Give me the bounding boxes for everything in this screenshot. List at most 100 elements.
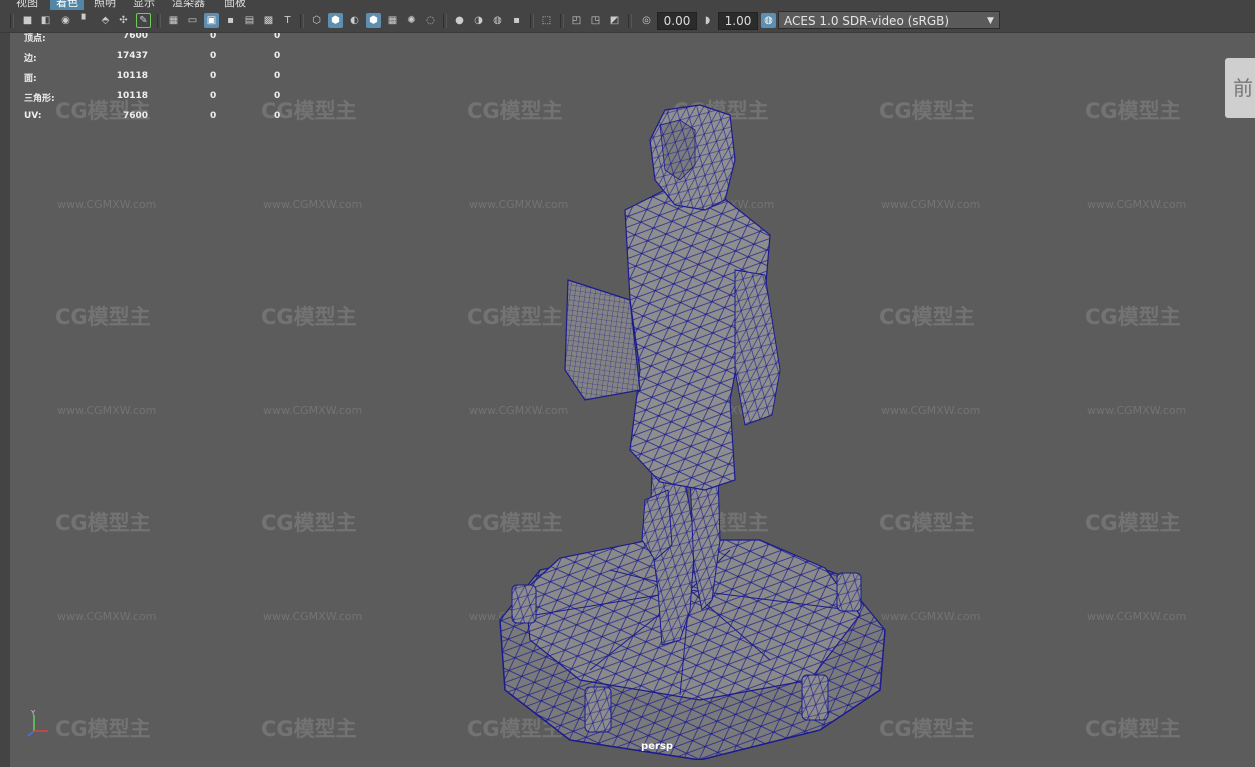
hud-value: 17437 [116, 51, 148, 61]
hud-selected: 0 [210, 51, 217, 61]
watermark-logo: CG模型主 [1085, 511, 1181, 535]
3d-viewport[interactable]: CG模型主 CG模型主 CG模型主 CG模型主 CG模型主 CG模型主 CG模型主 CG模型主… [10, 33, 1255, 767]
book-prop [564, 279, 641, 401]
watermark-url: www.CGMXW.com [1087, 610, 1187, 623]
camera-name-label: persp [641, 741, 673, 752]
hud-selected-2: 0 [274, 91, 281, 101]
hud-selected-2: 0 [274, 33, 281, 41]
watermark-logo: CG模型主 [55, 305, 151, 329]
hud-row-triangles: 三角形: 10118 0 0 [24, 91, 284, 111]
motion-blur-icon[interactable]: ◑ [471, 13, 486, 28]
menu-lighting[interactable]: 照明 [88, 0, 122, 10]
safe-title-icon[interactable]: T [280, 13, 295, 28]
hud-value: 7600 [122, 33, 148, 41]
safe-action-icon[interactable]: ▩ [261, 13, 276, 28]
gate-mask-icon[interactable]: ▪ [223, 13, 238, 28]
axis-gizmo-icon: Y [27, 709, 48, 737]
hud-row-uvs: UV: 7600 0 0 [24, 111, 284, 131]
character-torso [624, 189, 781, 491]
smooth-shade-icon[interactable]: ⬢ [328, 13, 343, 28]
grease-pencil-icon[interactable]: ✎ [136, 13, 151, 28]
resolution-gate-icon[interactable]: ▣ [204, 13, 219, 28]
watermark-url: www.CGMXW.com [263, 610, 363, 623]
svg-text:Y: Y [30, 709, 36, 717]
menu-view[interactable]: 视图 [10, 0, 44, 10]
watermark-url: www.CGMXW.com [263, 404, 363, 417]
poly-count-hud: 顶点: 7600 0 0 边: 17437 0 0 面: 10118 0 0 三… [24, 33, 284, 131]
exposure-icon[interactable]: ◎ [639, 13, 654, 28]
xray-icon[interactable]: ◰ [569, 13, 584, 28]
toolbar-separator [560, 14, 564, 28]
watermark-logo: CG模型主 [261, 717, 357, 741]
hud-selected: 0 [210, 71, 217, 81]
xray-joints-icon[interactable]: ◳ [588, 13, 603, 28]
toolbar-separator [157, 14, 161, 28]
hud-selected: 0 [210, 91, 217, 101]
toolbar-separator [530, 14, 534, 28]
toolbar-separator [300, 14, 304, 28]
hud-selected: 0 [210, 33, 217, 41]
watermark-logo: CG模型主 [55, 717, 151, 741]
gamma-icon[interactable]: ◗ [700, 13, 715, 28]
wireframe-icon[interactable]: ⬡ [309, 13, 324, 28]
watermark-url: www.CGMXW.com [57, 198, 157, 211]
watermark-url: www.CGMXW.com [1087, 198, 1187, 211]
watermark-url: www.CGMXW.com [57, 404, 157, 417]
hud-selected-2: 0 [274, 71, 281, 81]
depth-of-field-icon[interactable]: ▪ [509, 13, 524, 28]
toolbar-separator [443, 14, 447, 28]
grid-icon[interactable]: ▦ [166, 13, 181, 28]
hud-value: 10118 [116, 71, 148, 81]
hud-label: 顶点: [24, 34, 46, 44]
default-material-icon[interactable]: ◐ [347, 13, 362, 28]
hud-row-edges: 边: 17437 0 0 [24, 51, 284, 71]
maya-window: { "menu": { "items": [ {"label": "视图", "… [0, 0, 1255, 767]
menu-renderer[interactable]: 渲染器 [166, 0, 211, 10]
view-transform-dropdown[interactable]: ACES 1.0 SDR-video (sRGB) ▼ [778, 11, 1000, 29]
film-gate-icon[interactable]: ▭ [185, 13, 200, 28]
image-plane-icon[interactable]: ⬘ [98, 13, 113, 28]
watermark-url: www.CGMXW.com [263, 198, 363, 211]
gamma-field[interactable]: 1.00 [718, 12, 758, 30]
color-management-icon[interactable]: ◍ [761, 13, 776, 28]
bookmark-icon[interactable]: ▘ [78, 13, 93, 28]
chevron-down-icon: ▼ [987, 16, 994, 26]
view-cube[interactable]: 前 [1225, 58, 1255, 118]
menu-panels[interactable]: 面板 [218, 0, 252, 10]
shadow-icon[interactable]: ◌ [423, 13, 438, 28]
hud-row-vertices: 顶点: 7600 0 0 [24, 33, 284, 51]
isolate-select-icon[interactable]: ⬚ [539, 13, 554, 28]
menu-shading[interactable]: 着色 [50, 0, 84, 10]
field-chart-icon[interactable]: ▤ [242, 13, 257, 28]
menu-show[interactable]: 显示 [127, 0, 161, 10]
hud-label: 边: [24, 54, 37, 64]
panel-toolbar: ■ ◧ ◉ ▘ ⬘ ✣ ✎ ▦ ▭ ▣ ▪ ▤ ▩ T ⬡ ⬢ ◐ ⬢ ▦ ✺ … [0, 10, 1255, 33]
hud-value: 7600 [122, 111, 148, 121]
toolbar-separator [10, 14, 14, 28]
watermark-url: www.CGMXW.com [57, 610, 157, 623]
toolbar-separator [628, 14, 632, 28]
hud-selected: 0 [210, 111, 217, 121]
anti-aliasing-icon[interactable]: ◍ [490, 13, 505, 28]
textured-icon[interactable]: ▦ [385, 13, 400, 28]
bookmark-camera-icon[interactable]: ◉ [58, 13, 73, 28]
watermark-logo: CG模型主 [261, 511, 357, 535]
hud-value: 10118 [116, 91, 148, 101]
watermark-logo: CG模型主 [55, 511, 151, 535]
screen-space-ao-icon[interactable]: ● [452, 13, 467, 28]
light-icon[interactable]: ✺ [404, 13, 419, 28]
viewport-left-border [0, 33, 10, 767]
hud-selected-2: 0 [274, 51, 281, 61]
camera-attributes-icon[interactable]: ◧ [38, 13, 53, 28]
select-camera-icon[interactable]: ■ [20, 13, 35, 28]
hud-row-faces: 面: 10118 0 0 [24, 71, 284, 91]
2d-pan-zoom-icon[interactable]: ✣ [116, 13, 131, 28]
exposure-field[interactable]: 0.00 [657, 12, 697, 30]
hud-selected-2: 0 [274, 111, 281, 121]
hud-label: 面: [24, 74, 37, 84]
watermark-logo: CG模型主 [1085, 305, 1181, 329]
character-model-wireframe[interactable] [480, 70, 900, 760]
wireframe-on-shaded-icon[interactable]: ⬢ [366, 13, 381, 28]
hud-label: 三角形: [24, 94, 55, 104]
xray-active-icon[interactable]: ◩ [607, 13, 622, 28]
